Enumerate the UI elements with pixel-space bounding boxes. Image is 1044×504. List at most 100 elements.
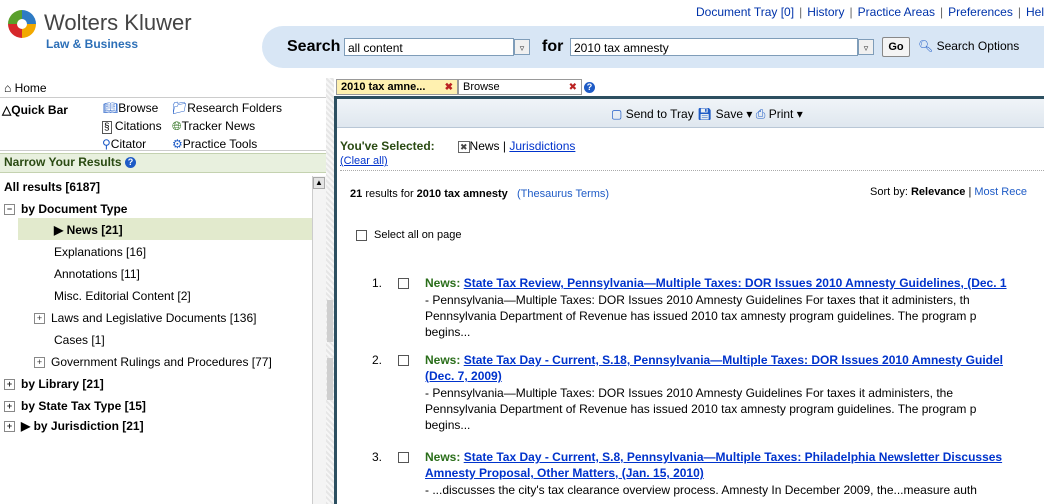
snippet-line: begins... — [425, 325, 471, 339]
chevron-down-icon: ▾ — [746, 107, 753, 121]
sort-most-recent-link[interactable]: Most Rece — [974, 186, 1027, 198]
result-title-link[interactable]: State Tax Day - Current, S.18, Pennsylva… — [464, 353, 1003, 367]
quick-practice-tools[interactable]: ⚙Practice Tools — [172, 137, 257, 151]
scope-dropdown-icon[interactable]: ▿ — [514, 39, 530, 55]
expand-icon[interactable]: + — [4, 379, 15, 390]
quick-citations[interactable]: § Citations — [102, 119, 162, 134]
search-scope-select[interactable]: all content — [344, 38, 514, 56]
top-links: Document Tray [0] | History | Practice Areas… — [696, 5, 1044, 19]
quick-browse-label: Browse — [118, 101, 159, 115]
chevron-down-icon: ▾ — [796, 107, 803, 121]
result-number: 2. — [372, 353, 383, 367]
home-icon: ⌂ — [4, 81, 12, 95]
home-label: Home — [14, 81, 47, 95]
tray-icon: ▢ — [611, 107, 623, 121]
tree-by-jurisdiction-label: by Jurisdiction [21] — [33, 419, 144, 433]
tree-annotations[interactable]: Annotations [11] — [54, 267, 140, 281]
tabs-help-icon[interactable]: ? — [584, 80, 595, 94]
results-for-text: results for — [365, 188, 414, 200]
snippet-line: - Pennsylvania—Multiple Taxes: DOR Issue… — [425, 293, 970, 307]
expand-icon[interactable]: + — [34, 313, 45, 324]
quick-citator[interactable]: ⚲Citator — [102, 137, 146, 151]
result-checkbox[interactable] — [398, 355, 409, 366]
tree-by-document-type[interactable]: − by Document Type — [4, 202, 127, 216]
tab-browse-label: Browse — [463, 81, 500, 93]
sort-relevance[interactable]: Relevance — [911, 186, 965, 198]
result-snippet: - ...discusses the city's tax clearance … — [425, 482, 1044, 498]
tree-laws-label: Laws and Legislative Documents [136] — [51, 311, 257, 325]
quick-bar-toggle[interactable]: △Quick Bar — [2, 103, 68, 117]
result-title-link[interactable]: State Tax Review, Pennsylvania—Multiple … — [464, 276, 1007, 290]
home-link[interactable]: ⌂ Home — [4, 81, 47, 95]
go-button[interactable]: Go — [882, 37, 910, 57]
result-title-link-cont[interactable]: (Dec. 7, 2009) — [425, 369, 502, 383]
help-icon[interactable]: ? — [124, 157, 136, 169]
play-arrow-icon: ▶ — [21, 419, 31, 433]
result-title: News: State Tax Day - Current, S.8, Penn… — [425, 450, 1002, 464]
tree-news-label: News [21] — [66, 223, 123, 237]
tree-all-results[interactable]: All results [6187] — [4, 180, 100, 194]
send-to-tray-button[interactable]: ▢ Send to Tray — [611, 107, 694, 121]
quick-tracker-news[interactable]: 🌐︎Tracker News — [172, 119, 255, 134]
expand-icon[interactable]: + — [4, 421, 15, 432]
search-query-input[interactable]: 2010 tax amnesty — [570, 38, 858, 56]
tree-by-jurisdiction[interactable]: + ▶ by Jurisdiction [21] — [4, 419, 144, 433]
remove-filter-icon[interactable]: ✖ — [458, 141, 470, 153]
select-all-checkbox[interactable] — [356, 230, 367, 241]
thesaurus-terms-link[interactable]: (Thesaurus Terms) — [517, 188, 609, 200]
jurisdictions-link[interactable]: Jurisdictions — [509, 139, 575, 153]
select-all-label: Select all on page — [374, 229, 462, 241]
result-title-link[interactable]: State Tax Day - Current, S.8, Pennsylvan… — [464, 450, 1002, 464]
snippet-line: - Pennsylvania—Multiple Taxes: DOR Issue… — [425, 386, 954, 400]
tree-by-state-tax-type-label: by State Tax Type [15] — [21, 399, 146, 413]
help-link[interactable]: Hel — [1026, 5, 1044, 19]
result-checkbox[interactable] — [398, 278, 409, 289]
practice-areas-link[interactable]: Practice Areas — [858, 5, 935, 19]
preferences-link[interactable]: Preferences — [948, 5, 1013, 19]
splitter-grip-top[interactable] — [327, 300, 333, 342]
printer-icon: ⎙ — [755, 107, 766, 121]
tab-browse[interactable]: Browse ✖ — [458, 79, 582, 95]
tree-by-library-label: by Library [21] — [21, 377, 104, 391]
result-title-cont: Amnesty Proposal, Other Matters, (Jan. 1… — [425, 466, 704, 480]
sort-by-label: Sort by: — [870, 186, 908, 198]
collapse-icon[interactable]: − — [4, 204, 15, 215]
query-dropdown-icon[interactable]: ▿ — [858, 39, 874, 55]
tree-explanations[interactable]: Explanations [16] — [54, 245, 146, 259]
quick-citations-label: Citations — [114, 119, 162, 133]
result-title-link-cont[interactable]: Amnesty Proposal, Other Matters, (Jan. 1… — [425, 466, 704, 480]
clear-all-link[interactable]: (Clear all) — [340, 155, 388, 167]
quick-bar-label: Quick Bar — [11, 103, 68, 117]
sort-by: Sort by: Relevance | Most Rece — [870, 186, 1027, 198]
expand-icon[interactable]: + — [4, 401, 15, 412]
close-tab-icon[interactable]: ✖ — [569, 80, 577, 95]
tree-by-library[interactable]: + by Library [21] — [4, 377, 104, 391]
wolters-kluwer-logo-icon — [8, 10, 36, 38]
tree-by-document-type-label: by Document Type — [21, 202, 128, 216]
result-checkbox[interactable] — [398, 452, 409, 463]
tab-search-results[interactable]: 2010 tax amne... ✖ — [336, 79, 458, 95]
splitter-grip-bottom[interactable] — [327, 358, 333, 400]
history-link[interactable]: History — [807, 5, 844, 19]
quick-research-folders[interactable]: 📁︎Research Folders — [172, 101, 282, 115]
result-type-label: News: — [425, 450, 461, 464]
tree-by-state-tax-type[interactable]: + by State Tax Type [15] — [4, 399, 146, 413]
close-tab-icon[interactable]: ✖ — [445, 80, 453, 95]
scroll-up-icon[interactable]: ▲ — [313, 177, 325, 189]
tree-news[interactable]: ▶ News [21] — [54, 223, 123, 237]
snippet-line: Pennsylvania Department of Revenue has i… — [425, 402, 977, 416]
result-snippet: - Pennsylvania—Multiple Taxes: DOR Issue… — [425, 292, 1044, 340]
tree-cases[interactable]: Cases [1] — [54, 333, 105, 347]
globe-icon: 🌐︎ — [172, 119, 182, 133]
quick-browse[interactable]: 📖︎Browse — [103, 101, 158, 115]
save-button[interactable]: 💾︎ Save ▾ — [697, 107, 752, 121]
tree-scrollbar[interactable] — [312, 176, 327, 504]
tree-misc-editorial[interactable]: Misc. Editorial Content [2] — [54, 289, 191, 303]
tree-government-rulings[interactable]: + Government Rulings and Procedures [77] — [34, 355, 272, 369]
document-tray-link[interactable]: Document Tray [0] — [696, 5, 794, 19]
tree-laws[interactable]: + Laws and Legislative Documents [136] — [34, 311, 256, 325]
toolbar-items: ▢ Send to Tray 💾︎ Save ▾ ⎙ Print ▾ — [611, 107, 803, 122]
expand-icon[interactable]: + — [34, 357, 45, 368]
search-options-link[interactable]: 🔍︎ Search Options — [918, 39, 1019, 53]
print-button[interactable]: ⎙ Print ▾ — [756, 107, 803, 121]
